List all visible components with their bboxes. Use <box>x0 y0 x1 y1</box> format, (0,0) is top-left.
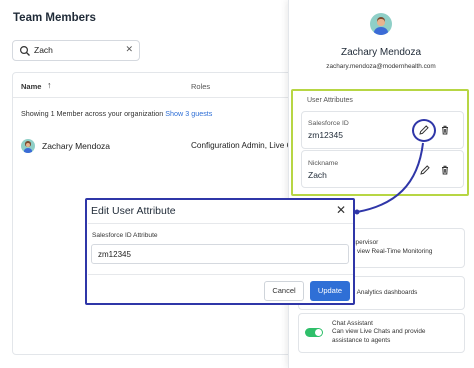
modal-footer-divider <box>88 274 353 275</box>
trash-icon[interactable] <box>439 164 451 176</box>
permission-description: assistance to agents <box>332 337 391 344</box>
table-row-name[interactable]: Zachary Mendoza <box>42 141 110 151</box>
permission-description: Can view Live Chats and provide <box>332 328 426 335</box>
user-email: zachary.mendoza@modernhealth.com <box>326 63 436 70</box>
chat-assistant-toggle[interactable] <box>305 328 323 337</box>
cancel-button[interactable]: Cancel <box>264 281 304 301</box>
close-icon[interactable]: ✕ <box>125 44 133 55</box>
avatar <box>21 139 35 153</box>
search-input[interactable]: Zach ✕ <box>12 40 140 61</box>
trash-icon[interactable] <box>439 124 451 136</box>
attribute-label: Salesforce ID <box>308 120 349 127</box>
header-divider <box>13 97 291 98</box>
pencil-icon[interactable] <box>418 124 430 136</box>
modal-title: Edit User Attribute <box>91 205 176 217</box>
search-value[interactable]: Zach <box>34 45 53 55</box>
column-header-roles[interactable]: Roles <box>191 82 210 91</box>
field-label: Salesforce ID Attribute <box>92 232 158 239</box>
close-icon[interactable]: ✕ <box>336 203 346 217</box>
arrow-up-icon[interactable]: ↑ <box>47 80 52 90</box>
pencil-icon[interactable] <box>419 164 431 176</box>
permission-description: y view Real-Time Monitoring <box>352 248 433 255</box>
attribute-label: Nickname <box>308 160 339 167</box>
show-guests-link[interactable]: Show 3 guests <box>165 109 212 118</box>
team-members-panel: Team Members Zach ✕ Name ↑ Roles Showing… <box>0 0 302 368</box>
modal-divider <box>88 223 353 224</box>
user-name: Zachary Mendoza <box>340 47 422 58</box>
attribute-value: Zach <box>308 170 327 180</box>
update-button[interactable]: Update <box>310 281 350 301</box>
page-title: Team Members <box>13 12 96 24</box>
permission-title: upervisor <box>352 239 379 246</box>
column-header-name[interactable]: Name <box>21 82 41 91</box>
results-summary-text: Showing 1 Member across your organizatio… <box>21 109 164 118</box>
table-row-roles: Configuration Admin, Live Ch <box>191 141 298 150</box>
salesforce-id-value[interactable]: zm12345 <box>98 250 131 259</box>
results-summary: Showing 1 Member across your organizatio… <box>21 109 212 118</box>
permission-description: y Analytics dashboards <box>352 289 418 296</box>
avatar <box>370 13 392 35</box>
salesforce-id-input[interactable]: zm12345 <box>91 244 349 264</box>
section-label: User Attributes <box>307 97 353 104</box>
attribute-value: zm12345 <box>308 130 343 140</box>
search-icon <box>19 45 30 56</box>
